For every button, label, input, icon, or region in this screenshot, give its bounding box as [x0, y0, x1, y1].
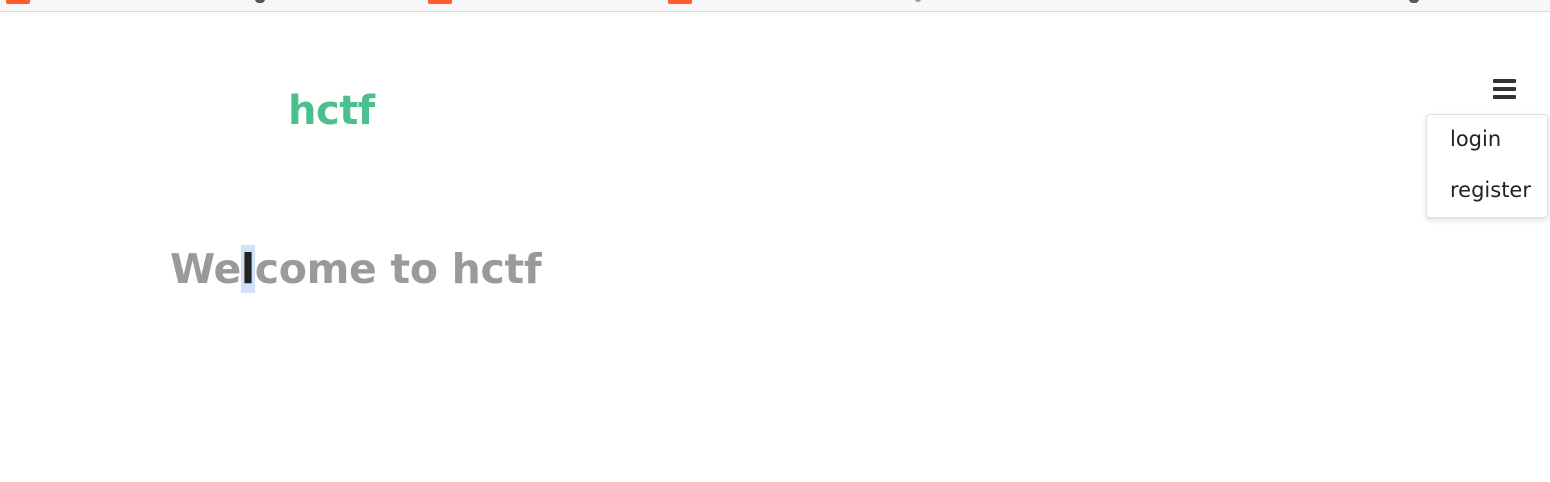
hamburger-icon[interactable] — [1491, 78, 1518, 102]
nav-dropdown-menu: login register — [1426, 114, 1548, 218]
register-link[interactable]: register — [1450, 178, 1531, 202]
selected-text: l — [240, 245, 255, 293]
hamburger-bar — [1493, 87, 1516, 91]
bookmark-favicon[interactable] — [6, 0, 30, 4]
bookmarks-toolbar — [0, 0, 1550, 12]
welcome-text-end: come to hctf — [254, 245, 542, 293]
welcome-heading: Welcome to hctf — [170, 245, 542, 293]
bookmark-favicon[interactable] — [255, 0, 265, 3]
hamburger-bar — [1493, 95, 1516, 99]
bookmark-favicon[interactable] — [1409, 0, 1419, 3]
login-link[interactable]: login — [1450, 127, 1501, 151]
hamburger-bar — [1493, 79, 1516, 83]
welcome-text-start: We — [170, 245, 241, 293]
bookmark-favicon[interactable] — [428, 0, 452, 4]
bookmark-favicon[interactable] — [668, 0, 692, 4]
brand-title[interactable]: hctf — [288, 88, 375, 134]
bookmark-favicon[interactable] — [915, 0, 921, 2]
